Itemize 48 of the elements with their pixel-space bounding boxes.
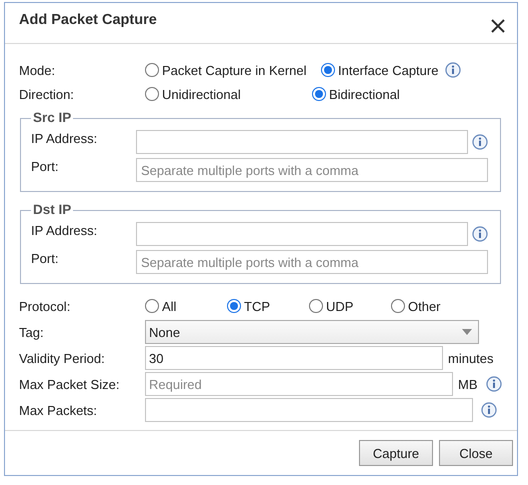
radio-button[interactable] [312, 87, 326, 101]
caret-icon [462, 329, 472, 335]
input-field[interactable]: Separate multiple ports with a comma [136, 158, 488, 182]
close-button[interactable]: Close [439, 440, 513, 466]
radio-label[interactable]: UDP [326, 298, 354, 314]
field-label: IP Address: [31, 131, 98, 146]
radio-button[interactable] [391, 299, 405, 313]
radio-button[interactable] [145, 63, 159, 77]
radio-button[interactable] [321, 63, 335, 77]
radio-label[interactable]: Other [408, 298, 441, 314]
unit-label: MB [458, 376, 478, 392]
input-field[interactable]: Separate multiple ports with a comma [136, 250, 488, 274]
info-icon[interactable] [472, 226, 488, 242]
radio-label[interactable]: Bidirectional [329, 86, 400, 102]
tag-dropdown[interactable]: None [145, 320, 479, 344]
field-label: Protocol: [19, 298, 72, 314]
radio-label[interactable]: Unidirectional [162, 86, 241, 102]
radio-label[interactable]: All [162, 298, 176, 314]
input-field[interactable] [136, 130, 468, 154]
info-icon[interactable] [481, 402, 497, 418]
field-label: Port: [31, 251, 60, 266]
field-label: Max Packet Size: [19, 376, 120, 392]
info-icon[interactable] [486, 376, 502, 392]
input-field[interactable] [145, 398, 473, 422]
capture-button[interactable]: Capture [359, 440, 433, 466]
radio-button[interactable] [227, 299, 241, 313]
radio-button[interactable] [145, 87, 159, 101]
field-label: Direction: [19, 86, 75, 102]
field-label: Validity Period: [19, 350, 106, 366]
field-label: Max Packets: [19, 402, 98, 418]
radio-label[interactable]: TCP [244, 298, 270, 314]
radio-label[interactable]: Interface Capture [338, 62, 438, 78]
radio-label[interactable]: Packet Capture in Kernel [162, 62, 307, 78]
unit-label: minutes [448, 350, 494, 366]
info-icon[interactable] [472, 134, 488, 150]
input-field[interactable]: Required [145, 372, 453, 396]
info-icon[interactable] [445, 62, 462, 78]
field-label: Port: [31, 159, 60, 174]
dialog-title: Add Packet Capture [19, 12, 157, 28]
close-icon[interactable] [491, 19, 505, 33]
input-field[interactable] [136, 222, 468, 246]
field-label: Mode: [19, 62, 56, 78]
dropdown-value: None [149, 324, 180, 340]
radio-button[interactable] [145, 299, 159, 313]
input-field[interactable]: 30 [145, 346, 443, 370]
radio-button[interactable] [309, 299, 323, 313]
field-label: Tag: [19, 324, 45, 340]
field-label: IP Address: [31, 223, 98, 238]
